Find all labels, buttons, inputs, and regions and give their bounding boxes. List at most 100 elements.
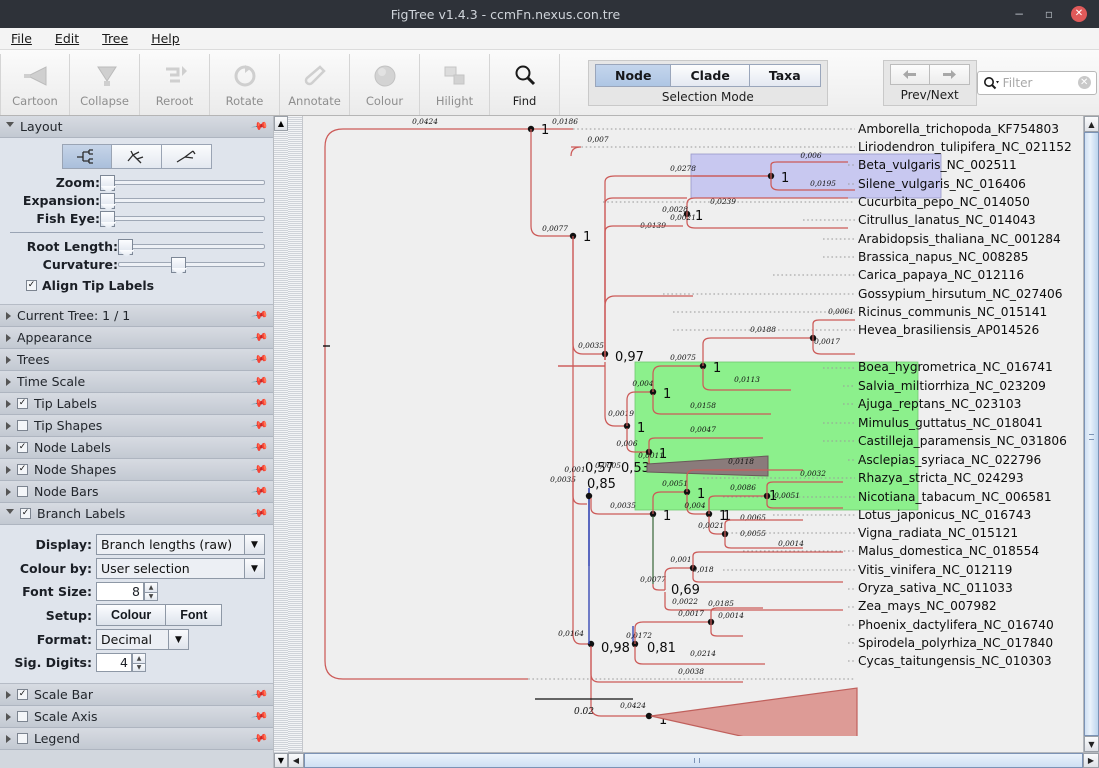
pin-icon[interactable]: 📌 xyxy=(251,685,270,704)
node-shapes-checkbox[interactable]: ✓ xyxy=(17,464,28,475)
panel-header-tip-shapes[interactable]: Tip Shapes 📌 xyxy=(0,415,273,437)
zoom-slider[interactable] xyxy=(100,176,265,190)
clear-icon[interactable]: ✕ xyxy=(1078,76,1091,89)
pin-icon[interactable]: 📌 xyxy=(251,372,270,391)
panel-header-scale-bar[interactable]: ✓ Scale Bar 📌 xyxy=(0,684,273,706)
rotate-button[interactable]: Rotate xyxy=(210,54,280,115)
branch-labels-checkbox[interactable]: ✓ xyxy=(20,508,31,519)
format-combo[interactable]: Decimal ▼ xyxy=(96,629,189,650)
panel-header-node-bars[interactable]: Node Bars 📌 xyxy=(0,481,273,503)
colour-button[interactable]: Colour xyxy=(350,54,420,115)
sidebar-scrollbar[interactable]: ▲ ▼ xyxy=(273,116,288,768)
panel-header-branch-labels[interactable]: ✓ Branch Labels 📌 xyxy=(0,503,273,525)
scale-bar-checkbox[interactable]: ✓ xyxy=(17,689,28,700)
tree-scroll-right-button[interactable]: ▶ xyxy=(1083,753,1099,768)
legend-checkbox[interactable] xyxy=(17,733,28,744)
align-tip-labels-checkbox[interactable]: ✓ xyxy=(26,280,37,291)
cartoon-button[interactable]: Cartoon xyxy=(0,54,70,115)
tree-canvas[interactable]: 0,042410,007710,01860,0070,00350,970,027… xyxy=(303,116,1083,752)
tree-horizontal-scrollbar[interactable]: ◀ ▶ xyxy=(288,752,1099,768)
font-size-spinner[interactable]: 8 ▲ ▼ xyxy=(96,582,158,601)
minimize-icon[interactable]: − xyxy=(1011,6,1027,22)
pin-icon[interactable]: 📌 xyxy=(251,438,270,457)
close-icon[interactable]: ✕ xyxy=(1071,6,1087,22)
tip-labels-checkbox[interactable]: ✓ xyxy=(17,398,28,409)
colour-by-combo[interactable]: User selection ▼ xyxy=(96,558,265,579)
pin-icon[interactable]: 📌 xyxy=(251,416,270,435)
tip-shapes-checkbox[interactable] xyxy=(17,420,28,431)
setup-font-button[interactable]: Font xyxy=(166,604,222,626)
tree-scroll-thumb[interactable] xyxy=(1084,132,1099,736)
radial-layout-icon[interactable] xyxy=(162,144,212,169)
expansion-slider[interactable] xyxy=(100,194,265,208)
curvature-slider[interactable] xyxy=(118,258,265,272)
selection-mode-clade[interactable]: Clade xyxy=(671,64,749,87)
filter-input[interactable]: Filter ✕ xyxy=(977,71,1097,95)
reroot-button[interactable]: Reroot xyxy=(140,54,210,115)
pin-icon[interactable]: 📌 xyxy=(251,350,270,369)
panel-header-layout[interactable]: Layout 📌 xyxy=(0,116,273,138)
node-labels-checkbox[interactable]: ✓ xyxy=(17,442,28,453)
panel-header-scale-axis[interactable]: Scale Axis 📌 xyxy=(0,706,273,728)
panel-header-node-shapes[interactable]: ✓ Node Shapes 📌 xyxy=(0,459,273,481)
panel-header-appearance[interactable]: Appearance 📌 xyxy=(0,327,273,349)
panel-header-node-labels[interactable]: ✓ Node Labels 📌 xyxy=(0,437,273,459)
polar-layout-icon[interactable] xyxy=(112,144,162,169)
font-size-value[interactable]: 8 xyxy=(96,582,144,601)
pin-icon[interactable]: 📌 xyxy=(251,394,270,413)
chevron-down-icon[interactable]: ▼ xyxy=(244,535,264,554)
panel-header-legend[interactable]: Legend 📌 xyxy=(0,728,273,750)
scroll-up-button[interactable]: ▲ xyxy=(274,116,288,131)
next-button[interactable] xyxy=(930,64,970,85)
collapse-button[interactable]: Collapse xyxy=(70,54,140,115)
setup-colour-button[interactable]: Colour xyxy=(96,604,166,626)
node-bars-checkbox[interactable] xyxy=(17,486,28,497)
curvature-thumb[interactable] xyxy=(171,257,186,273)
panel-header-trees[interactable]: Trees 📌 xyxy=(0,349,273,371)
scale-axis-checkbox[interactable] xyxy=(17,711,28,722)
tree-hscroll-thumb[interactable] xyxy=(304,753,1083,768)
sig-digits-increment[interactable]: ▲ xyxy=(132,653,146,663)
scroll-track[interactable] xyxy=(274,131,288,753)
pin-icon[interactable]: 📌 xyxy=(251,482,270,501)
fisheye-thumb[interactable] xyxy=(100,211,115,227)
menu-edit[interactable]: Edit xyxy=(52,29,82,48)
chevron-down-icon[interactable]: ▼ xyxy=(168,630,188,649)
tree-scroll-left-button[interactable]: ◀ xyxy=(288,753,304,768)
search-icon[interactable] xyxy=(983,76,999,90)
scroll-down-button[interactable]: ▼ xyxy=(274,753,288,768)
font-size-decrement[interactable]: ▼ xyxy=(144,592,158,602)
zoom-thumb[interactable] xyxy=(100,175,115,191)
pin-icon[interactable]: 📌 xyxy=(251,707,270,726)
rootlength-slider[interactable] xyxy=(118,240,265,254)
rectangular-layout-icon[interactable] xyxy=(62,144,112,169)
chevron-down-icon[interactable]: ▼ xyxy=(244,559,264,578)
rootlength-thumb[interactable] xyxy=(118,239,133,255)
selection-mode-node[interactable]: Node xyxy=(595,64,671,87)
expansion-thumb[interactable] xyxy=(100,193,115,209)
sig-digits-decrement[interactable]: ▼ xyxy=(132,663,146,673)
annotate-button[interactable]: Annotate xyxy=(280,54,350,115)
fisheye-slider[interactable] xyxy=(100,212,265,226)
pin-icon[interactable]: 📌 xyxy=(251,460,270,479)
maximize-icon[interactable]: ▫ xyxy=(1041,6,1057,22)
display-combo[interactable]: Branch lengths (raw) ▼ xyxy=(96,534,265,555)
sig-digits-value[interactable]: 4 xyxy=(96,653,132,672)
panel-header-current-tree[interactable]: Current Tree: 1 / 1 📌 xyxy=(0,305,273,327)
hilight-button[interactable]: Hilight xyxy=(420,54,490,115)
menu-file[interactable]: File xyxy=(8,29,35,48)
prev-button[interactable] xyxy=(890,64,930,85)
pin-icon[interactable]: 📌 xyxy=(251,729,270,748)
pin-icon[interactable]: 📌 xyxy=(251,328,270,347)
panel-header-tip-labels[interactable]: ✓ Tip Labels 📌 xyxy=(0,393,273,415)
pin-icon[interactable]: 📌 xyxy=(251,117,270,136)
pin-icon[interactable]: 📌 xyxy=(251,306,270,325)
find-button[interactable]: Find xyxy=(490,54,560,115)
sig-digits-spinner[interactable]: 4 ▲ ▼ xyxy=(96,653,146,672)
selection-mode-taxa[interactable]: Taxa xyxy=(750,64,821,87)
tree-scroll-up-button[interactable]: ▲ xyxy=(1084,116,1099,132)
menu-help[interactable]: Help xyxy=(148,29,183,48)
tree-drawing[interactable]: 0,042410,007710,01860,0070,00350,970,027… xyxy=(303,116,1083,736)
pin-icon[interactable]: 📌 xyxy=(251,504,270,523)
panel-header-time-scale[interactable]: Time Scale 📌 xyxy=(0,371,273,393)
